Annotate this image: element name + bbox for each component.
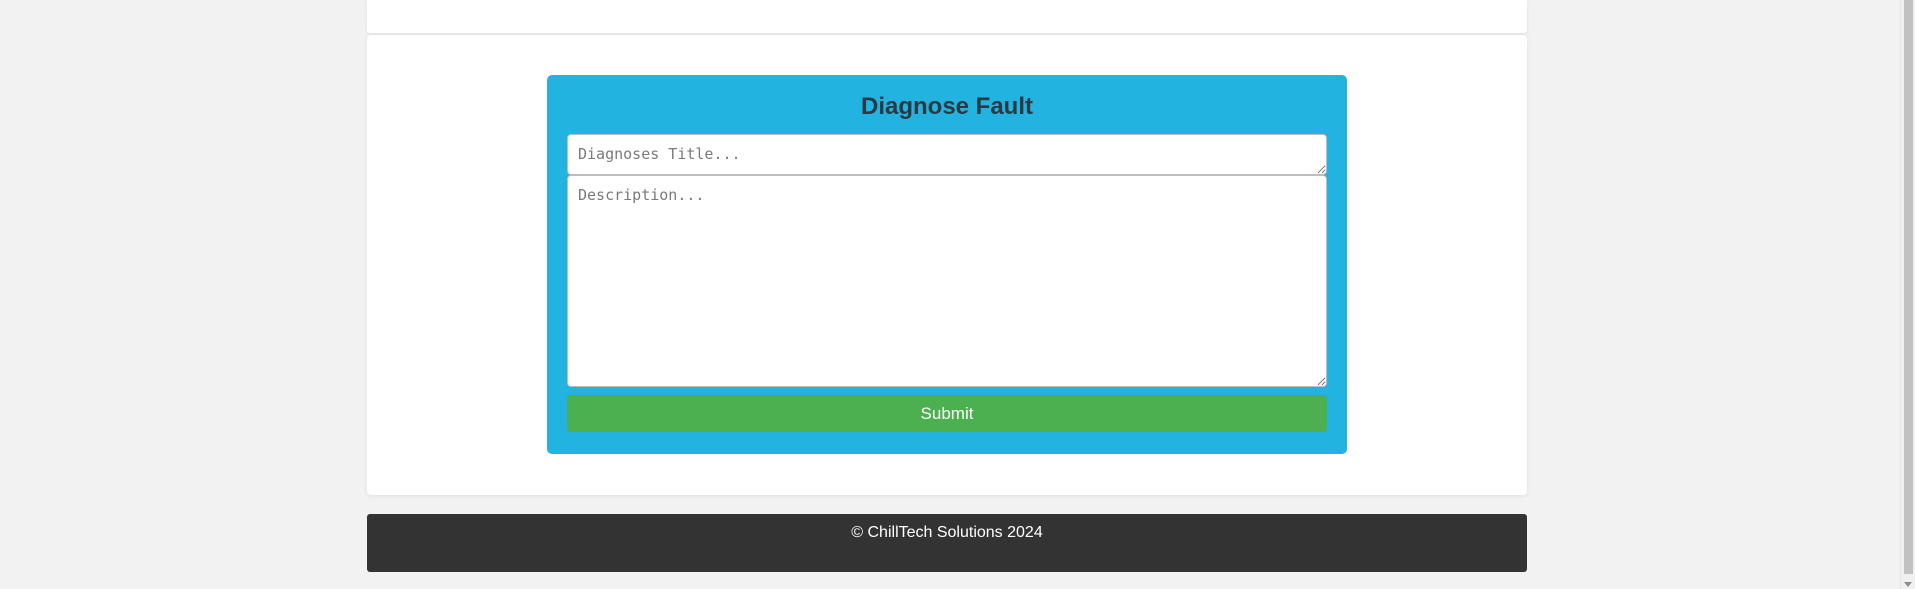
footer: © ChillTech Solutions 2024 <box>367 514 1527 572</box>
diagnose-fault-form: Diagnose Fault Submit <box>547 75 1347 454</box>
scroll-down-arrow-icon[interactable] <box>1904 582 1912 587</box>
footer-copyright: © ChillTech Solutions 2024 <box>851 524 1043 541</box>
submit-button[interactable]: Submit <box>567 395 1327 432</box>
vertical-scrollbar[interactable] <box>1900 0 1915 589</box>
top-card <box>367 0 1527 33</box>
main-card: Diagnose Fault Submit <box>367 35 1527 495</box>
description-input[interactable] <box>567 175 1327 387</box>
diagnosis-title-input[interactable] <box>567 134 1327 175</box>
page: Diagnose Fault Submit © ChillTech Soluti… <box>0 0 1915 589</box>
scrollbar-thumb[interactable] <box>1904 0 1913 574</box>
form-title: Diagnose Fault <box>860 93 1034 120</box>
